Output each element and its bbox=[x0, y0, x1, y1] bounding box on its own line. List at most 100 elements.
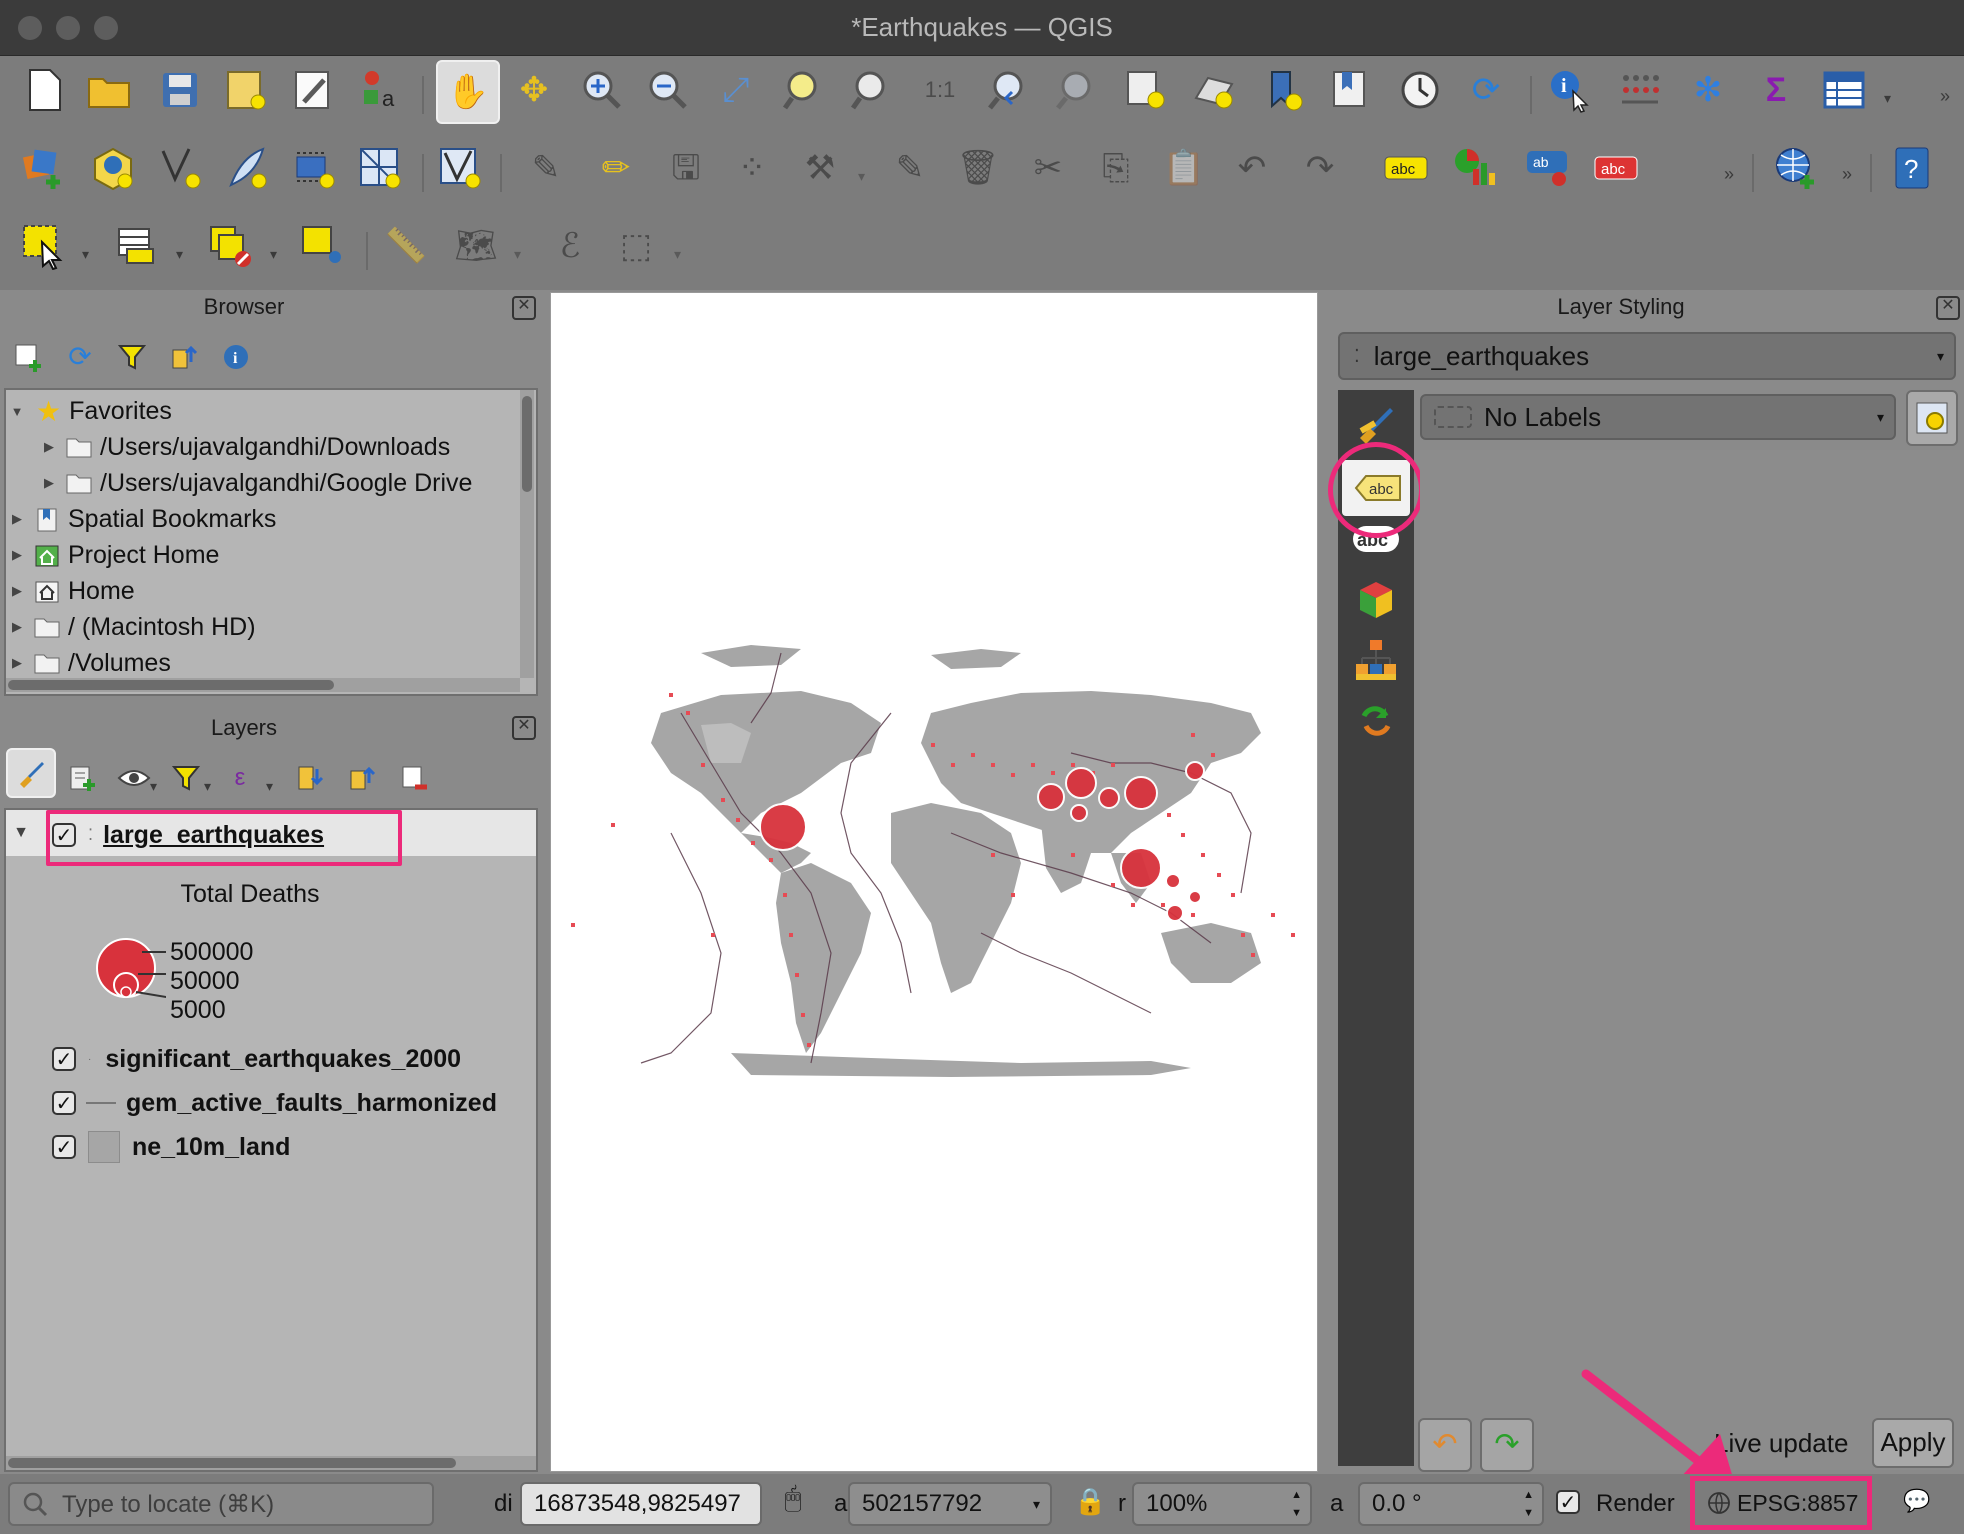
identify-tool-button[interactable]: 🗺 bbox=[446, 216, 506, 276]
select-by-value-dropdown[interactable]: ▾ bbox=[176, 246, 183, 263]
deselect-dropdown[interactable]: ▾ bbox=[270, 246, 277, 263]
map-tips-button[interactable]: ℰ bbox=[540, 216, 600, 276]
filter-browser-button[interactable] bbox=[110, 327, 154, 387]
locator-search-input[interactable]: Type to locate (⌘K) bbox=[8, 1482, 434, 1526]
apply-button[interactable]: Apply bbox=[1872, 1418, 1954, 1468]
toggle-extents-button[interactable]: 🖱 bbox=[772, 1482, 814, 1526]
layer-visibility-checkbox[interactable]: ✓ bbox=[52, 1047, 76, 1071]
enable-properties-button[interactable]: i bbox=[214, 327, 258, 387]
show-bookmarks-button[interactable] bbox=[1184, 60, 1244, 120]
digitize-point-button[interactable]: ⁘ bbox=[722, 138, 782, 198]
coordinate-field[interactable]: 16873548,9825497 bbox=[520, 1482, 762, 1526]
select-features-button[interactable] bbox=[14, 216, 74, 276]
render-checkbox[interactable]: ✓ bbox=[1556, 1490, 1580, 1514]
filter-legend-button[interactable] bbox=[164, 748, 208, 808]
scrollbar-thumb[interactable] bbox=[8, 680, 334, 690]
spin-arrows-icon[interactable]: ▲ ▼ bbox=[1291, 1486, 1302, 1522]
browser-item[interactable]: ▶ Spatial Bookmarks bbox=[6, 502, 276, 536]
browser-item[interactable]: ▶ Project Home bbox=[6, 538, 219, 572]
new-spatial-bookmark-button[interactable] bbox=[1116, 60, 1176, 120]
layers-close-button[interactable]: ✕ bbox=[512, 716, 536, 740]
open-project-button[interactable] bbox=[80, 60, 140, 120]
filter-legend-dropdown[interactable]: ▾ bbox=[204, 778, 211, 795]
identify-dropdown[interactable]: ▾ bbox=[514, 246, 521, 263]
zoom-in-button[interactable] bbox=[572, 60, 632, 120]
new-project-button[interactable] bbox=[14, 60, 74, 120]
browser-vertical-scrollbar[interactable] bbox=[520, 390, 534, 678]
toolbar-dropdown-arrow[interactable]: ▾ bbox=[1884, 90, 1891, 107]
zoom-next-button[interactable] bbox=[1046, 60, 1106, 120]
layer-visibility-checkbox[interactable]: ✓ bbox=[52, 823, 76, 847]
map-themes-dropdown[interactable]: ▾ bbox=[150, 778, 157, 795]
show-spatial-bookmarks-button[interactable] bbox=[1320, 60, 1380, 120]
layers-horizontal-scrollbar[interactable] bbox=[6, 1456, 536, 1470]
annotation-dropdown[interactable]: ▾ bbox=[674, 246, 681, 263]
select-tool-dropdown[interactable]: ▾ bbox=[82, 246, 89, 263]
scale-combobox[interactable]: 502157792 ▾ bbox=[848, 1482, 1052, 1526]
spin-arrows-icon[interactable]: ▲ ▼ bbox=[1523, 1486, 1534, 1522]
new-shapefile-layer-button[interactable] bbox=[150, 138, 210, 198]
select-location-button[interactable] bbox=[292, 216, 352, 276]
temporal-controller-button[interactable] bbox=[1390, 60, 1450, 120]
browser-item[interactable]: ▶/Volumes bbox=[6, 646, 171, 680]
browser-item[interactable]: ▼ ★ Favorites bbox=[6, 394, 172, 428]
tab-history[interactable] bbox=[1346, 690, 1406, 750]
new-print-layout-button[interactable] bbox=[216, 60, 276, 120]
new-spatialite-layer-button[interactable] bbox=[216, 138, 276, 198]
highlight-pinned-labels-button[interactable]: ab bbox=[1518, 138, 1578, 198]
label-styles-button[interactable] bbox=[1906, 390, 1958, 446]
current-edits-button[interactable]: ✎ bbox=[516, 138, 576, 198]
expression-dropdown[interactable]: ▾ bbox=[266, 778, 273, 795]
select-by-value-button[interactable] bbox=[106, 216, 166, 276]
zoom-full-button[interactable]: ⤢ bbox=[706, 60, 766, 120]
browser-refresh-button[interactable]: ⟳ bbox=[58, 327, 102, 387]
vertex-tool-dropdown[interactable]: ▾ bbox=[858, 168, 865, 185]
layout-manager-button[interactable] bbox=[284, 60, 344, 120]
toolbar-overflow-chevron[interactable]: » bbox=[1940, 86, 1950, 107]
new-scratch-layer-button[interactable] bbox=[430, 138, 490, 198]
layer-visibility-checkbox[interactable]: ✓ bbox=[52, 1091, 76, 1115]
help-button[interactable]: ? bbox=[1882, 138, 1942, 198]
undo-button[interactable]: ↶ bbox=[1222, 138, 1282, 198]
collapse-all-button[interactable] bbox=[162, 327, 206, 387]
zoom-to-selection-button[interactable] bbox=[774, 60, 834, 120]
add-group-button[interactable] bbox=[60, 748, 104, 808]
new-temporary-bookmark-button[interactable] bbox=[1254, 60, 1314, 120]
paste-features-button[interactable]: 📋 bbox=[1154, 138, 1214, 198]
refresh-button[interactable]: ⟳ bbox=[1456, 60, 1516, 120]
crs-status-button[interactable]: EPSG:8857 bbox=[1690, 1476, 1872, 1530]
layer-labeling-options-button[interactable]: abc bbox=[1376, 138, 1436, 198]
scrollbar-thumb[interactable] bbox=[8, 1458, 456, 1468]
identify-features-button[interactable]: i bbox=[1540, 60, 1600, 120]
layer-item[interactable]: ✓ ⁚ large_earthquakes bbox=[52, 818, 324, 852]
filter-by-expression-button[interactable]: ε bbox=[218, 748, 262, 808]
data-source-manager-button[interactable] bbox=[14, 138, 74, 198]
browser-item[interactable]: ▶/Users/ujavalgandhi/Downloads bbox=[38, 430, 450, 464]
browser-item[interactable]: ▶ / (Macintosh HD) bbox=[6, 610, 256, 644]
modify-attributes-button[interactable]: ✎ bbox=[880, 138, 940, 198]
styling-redo-button[interactable]: ↷ bbox=[1480, 1418, 1534, 1472]
layer-item[interactable]: ✓ ne_10m_land bbox=[52, 1130, 290, 1164]
pan-map-button[interactable]: ✋ bbox=[436, 60, 500, 124]
delete-selected-button[interactable]: 🗑 bbox=[948, 138, 1008, 198]
save-layer-edits-button[interactable]: 🖫 bbox=[656, 138, 716, 198]
layer-item[interactable]: ✓ gem_active_faults_harmonized bbox=[52, 1086, 497, 1120]
redo-button[interactable]: ↷ bbox=[1290, 138, 1350, 198]
rotation-spinbox[interactable]: 0.0 ° ▲ ▼ bbox=[1358, 1482, 1544, 1526]
zoom-last-button[interactable] bbox=[978, 60, 1038, 120]
cut-features-button[interactable]: ✂ bbox=[1018, 138, 1078, 198]
expand-all-button[interactable] bbox=[288, 748, 332, 808]
lock-scale-button[interactable]: 🔒 bbox=[1074, 1486, 1106, 1517]
labels-mode-select[interactable]: No Labels ▾ bbox=[1420, 394, 1896, 440]
remove-layer-button[interactable] bbox=[392, 748, 436, 808]
metasearch-button[interactable] bbox=[1766, 138, 1826, 198]
layer-visibility-checkbox[interactable]: ✓ bbox=[52, 1135, 76, 1159]
attribute-table-button[interactable] bbox=[1814, 60, 1874, 120]
new-memory-layer-button[interactable] bbox=[350, 138, 410, 198]
diagram-options-button[interactable] bbox=[1444, 138, 1504, 198]
measure-line-button[interactable]: 📏 bbox=[376, 216, 436, 276]
layer-styling-close-button[interactable]: ✕ bbox=[1936, 296, 1960, 320]
tab-diagrams[interactable] bbox=[1346, 630, 1406, 690]
copy-features-button[interactable]: ⎘ bbox=[1086, 138, 1146, 198]
open-attribute-table-button[interactable] bbox=[1610, 60, 1670, 120]
